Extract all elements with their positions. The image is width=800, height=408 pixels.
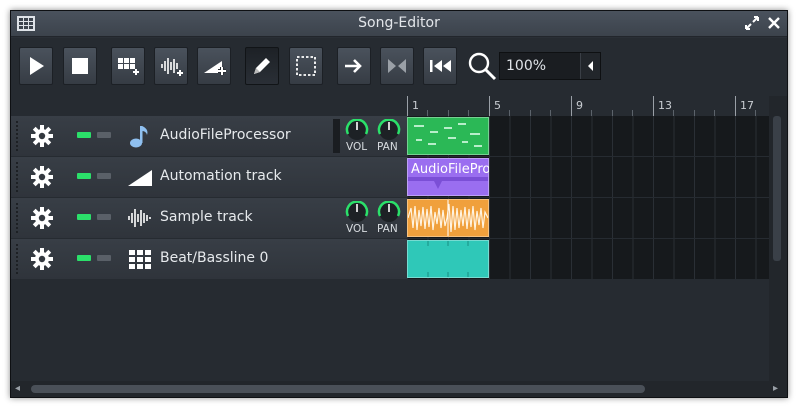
- toolbar: 100%: [11, 38, 787, 96]
- dropdown-arrow-icon[interactable]: [580, 53, 600, 79]
- beat-bassline-clip[interactable]: [407, 240, 489, 278]
- back-to-start-icon: [430, 60, 451, 72]
- pan-label: PAN: [377, 141, 398, 153]
- arrow-right-icon: [345, 59, 362, 73]
- bar-marker: 17: [735, 96, 754, 116]
- timeline-ruler[interactable]: 1 5 9 13 17: [407, 96, 769, 116]
- title-bar[interactable]: Song-Editor: [11, 11, 787, 37]
- track-header: Automation track: [11, 157, 407, 197]
- track-header: Sample track VOL PAN: [11, 198, 407, 238]
- bar-marker: 13: [653, 96, 672, 116]
- mute-toggle[interactable]: [77, 132, 91, 138]
- bar-marker: 9: [571, 96, 583, 116]
- pan-label: PAN: [377, 223, 398, 235]
- gear-icon[interactable]: [29, 123, 55, 149]
- waveform-icon: [128, 209, 151, 227]
- drag-handle[interactable]: [15, 161, 19, 193]
- clip-notes-preview: [414, 123, 482, 147]
- play-button[interactable]: [19, 47, 53, 85]
- empty-track-area[interactable]: [11, 286, 769, 386]
- zoom-combobox[interactable]: 100%: [499, 52, 601, 80]
- add-sample-track-icon: [161, 58, 183, 76]
- select-mode-button[interactable]: [289, 47, 323, 85]
- music-note-icon: [130, 126, 148, 148]
- gear-icon[interactable]: [29, 164, 55, 190]
- track-name[interactable]: AudioFileProcessor: [160, 127, 291, 143]
- zoom-icon: [468, 52, 497, 81]
- add-beat-bassline-icon: [118, 58, 139, 75]
- scroll-left-icon[interactable]: ◂: [15, 383, 20, 394]
- beat-grid-icon: [129, 250, 151, 269]
- close-icon: [768, 17, 780, 29]
- song-editor-area: 1 5 9 13 17 AudioFileProcessor VOL PAN A…: [11, 96, 787, 386]
- add-sample-track-button[interactable]: [154, 47, 188, 85]
- solo-toggle[interactable]: [97, 255, 111, 261]
- pattern-clip[interactable]: [407, 117, 489, 155]
- track-name[interactable]: Automation track: [160, 168, 282, 184]
- maximize-icon: [745, 16, 759, 30]
- mute-toggle[interactable]: [77, 214, 91, 220]
- sample-clip[interactable]: [407, 199, 489, 237]
- mute-toggle[interactable]: [77, 173, 91, 179]
- track-header: AudioFileProcessor VOL PAN: [11, 116, 407, 156]
- close-button[interactable]: [765, 15, 783, 33]
- scrollbar-thumb[interactable]: [773, 116, 781, 261]
- solo-toggle[interactable]: [97, 173, 111, 179]
- track-audiofileprocessor: AudioFileProcessor VOL PAN: [11, 116, 769, 156]
- loop-points-button[interactable]: [380, 47, 414, 85]
- drag-handle[interactable]: [15, 202, 19, 234]
- bar-marker: 1: [407, 96, 419, 116]
- horizontal-scrollbar[interactable]: ◂ ▸: [11, 381, 787, 397]
- add-beat-bassline-button[interactable]: [111, 47, 145, 85]
- track-header: Beat/Bassline 0: [11, 239, 407, 279]
- clip-label: AudioFileProc: [411, 162, 489, 177]
- solo-toggle[interactable]: [97, 132, 111, 138]
- bar-marker: 5: [489, 96, 501, 116]
- track-name[interactable]: Beat/Bassline 0: [160, 250, 268, 266]
- add-automation-track-button[interactable]: [197, 47, 231, 85]
- track-separator: [333, 119, 340, 153]
- solo-toggle[interactable]: [97, 214, 111, 220]
- stop-icon: [72, 58, 88, 74]
- add-automation-track-icon: [204, 61, 226, 75]
- pencil-icon: [254, 58, 270, 74]
- stop-button[interactable]: [63, 47, 97, 85]
- drag-handle[interactable]: [15, 243, 19, 275]
- mute-toggle[interactable]: [77, 255, 91, 261]
- stop-behaviour-button[interactable]: [423, 47, 457, 85]
- clip-waveform-preview: [407, 200, 489, 236]
- loop-points-icon: [388, 59, 406, 73]
- track-sample: Sample track VOL PAN: [11, 198, 769, 238]
- selection-icon: [296, 56, 316, 76]
- play-icon: [30, 57, 44, 75]
- pan-knob[interactable]: [376, 201, 402, 223]
- auto-scroll-button[interactable]: [337, 47, 371, 85]
- volume-label: VOL: [346, 223, 368, 235]
- volume-knob[interactable]: [344, 119, 370, 141]
- volume-knob[interactable]: [344, 201, 370, 223]
- track-beat-bassline: Beat/Bassline 0: [11, 239, 769, 279]
- gear-icon[interactable]: [29, 205, 55, 231]
- clip-bar-markers: [427, 241, 469, 277]
- drag-handle[interactable]: [15, 120, 19, 152]
- window-title: Song-Editor: [358, 15, 440, 31]
- automation-icon: [128, 170, 152, 186]
- gear-icon[interactable]: [29, 246, 55, 272]
- draw-mode-button[interactable]: [245, 47, 279, 85]
- automation-curve: [408, 177, 488, 189]
- zoom-value: 100%: [506, 58, 547, 74]
- scroll-right-icon[interactable]: ▸: [773, 383, 778, 394]
- maximize-button[interactable]: [743, 15, 761, 33]
- automation-clip[interactable]: AudioFileProc: [407, 158, 489, 196]
- song-editor-window: Song-Editor 100% 1 5 9 13 17 AudioFilePr…: [10, 10, 788, 398]
- volume-label: VOL: [346, 141, 368, 153]
- scrollbar-thumb[interactable]: [31, 385, 645, 393]
- vertical-scrollbar[interactable]: [769, 96, 787, 383]
- pan-knob[interactable]: [376, 119, 402, 141]
- track-automation: Automation track AudioFileProc: [11, 157, 769, 197]
- track-name[interactable]: Sample track: [160, 209, 253, 225]
